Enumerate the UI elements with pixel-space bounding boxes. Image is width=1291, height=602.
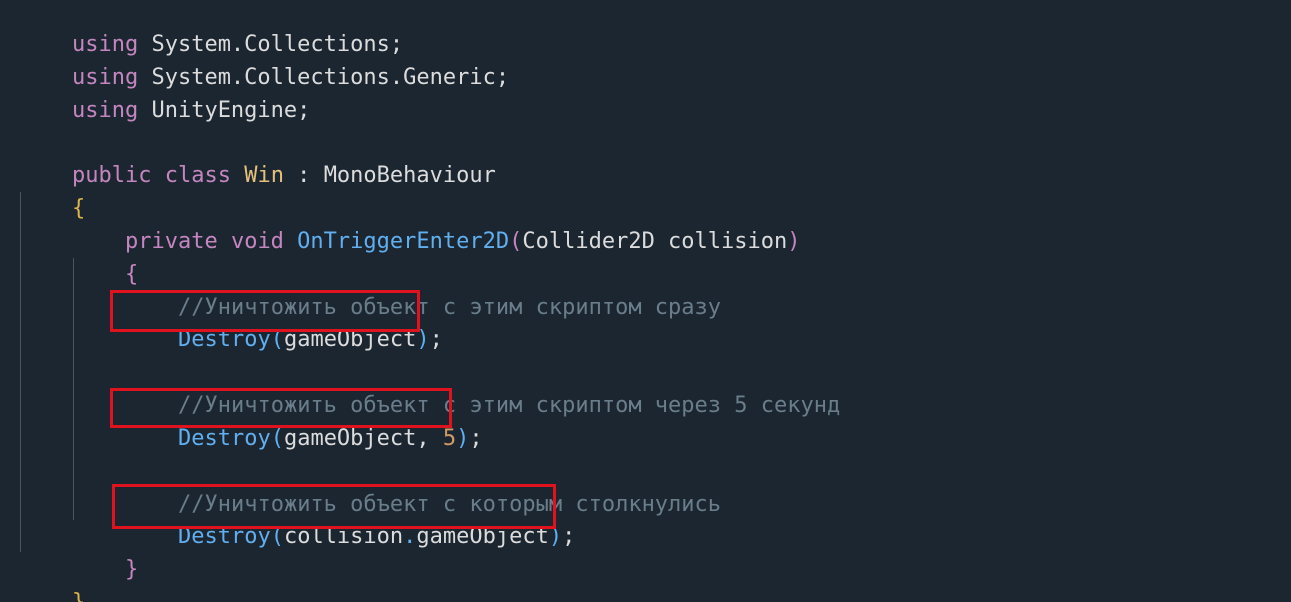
highlight-box-2 (110, 388, 452, 428)
base-class-name: MonoBehaviour (323, 163, 496, 188)
colon: : (283, 163, 324, 188)
semicolon: ; (297, 98, 311, 123)
argument: gameObject, (283, 426, 443, 451)
code-editor[interactable]: using System.Collections; using System.C… (0, 0, 1291, 602)
code-line-open-brace: { (19, 159, 85, 221)
method-parameters: Collider2D collision (522, 229, 788, 254)
class-name: Win (230, 163, 284, 188)
code-line-comment-2: //Уничтожить объект с этим скриптом чере… (125, 356, 840, 418)
code-line-method-open-brace: { (72, 225, 138, 287)
code-line-method-close-brace: } (72, 520, 138, 582)
close-brace: } (72, 590, 85, 602)
semicolon: ; (495, 65, 510, 90)
number-literal: 5 (442, 426, 457, 451)
code-line-class-declaration: public class Win : MonoBehaviour (19, 126, 496, 188)
keyword-void: void (217, 229, 284, 254)
highlight-box-3 (112, 484, 556, 529)
keyword-private: private (124, 229, 218, 254)
open-paren: ( (270, 426, 284, 451)
function-destroy: Destroy (177, 426, 271, 451)
method-name: OnTriggerEnter2D (283, 229, 510, 254)
semicolon: ; (469, 426, 483, 451)
close-paren: ) (787, 229, 801, 254)
code-line-1: using System.Collections; (19, 0, 403, 57)
code-line-3: using UnityEngine; (19, 61, 310, 123)
keyword-using: using (71, 98, 139, 123)
open-paren: ( (509, 229, 523, 254)
namespace-name: UnityEngine (138, 98, 298, 123)
code-line-class-close-brace: } (19, 553, 85, 602)
highlight-box-1 (110, 290, 420, 332)
keyword-class: class (151, 163, 231, 188)
code-line-method-declaration: private void OnTriggerEnter2D(Collider2D… (72, 192, 801, 254)
semicolon: ; (429, 327, 443, 352)
close-brace: } (124, 557, 139, 582)
semicolon: ; (562, 524, 576, 549)
code-line-comment-1: //Уничтожить объект с этим скриптом сраз… (125, 258, 721, 320)
close-paren: ) (456, 426, 470, 451)
code-line-2: using System.Collections.Generic; (19, 28, 509, 90)
